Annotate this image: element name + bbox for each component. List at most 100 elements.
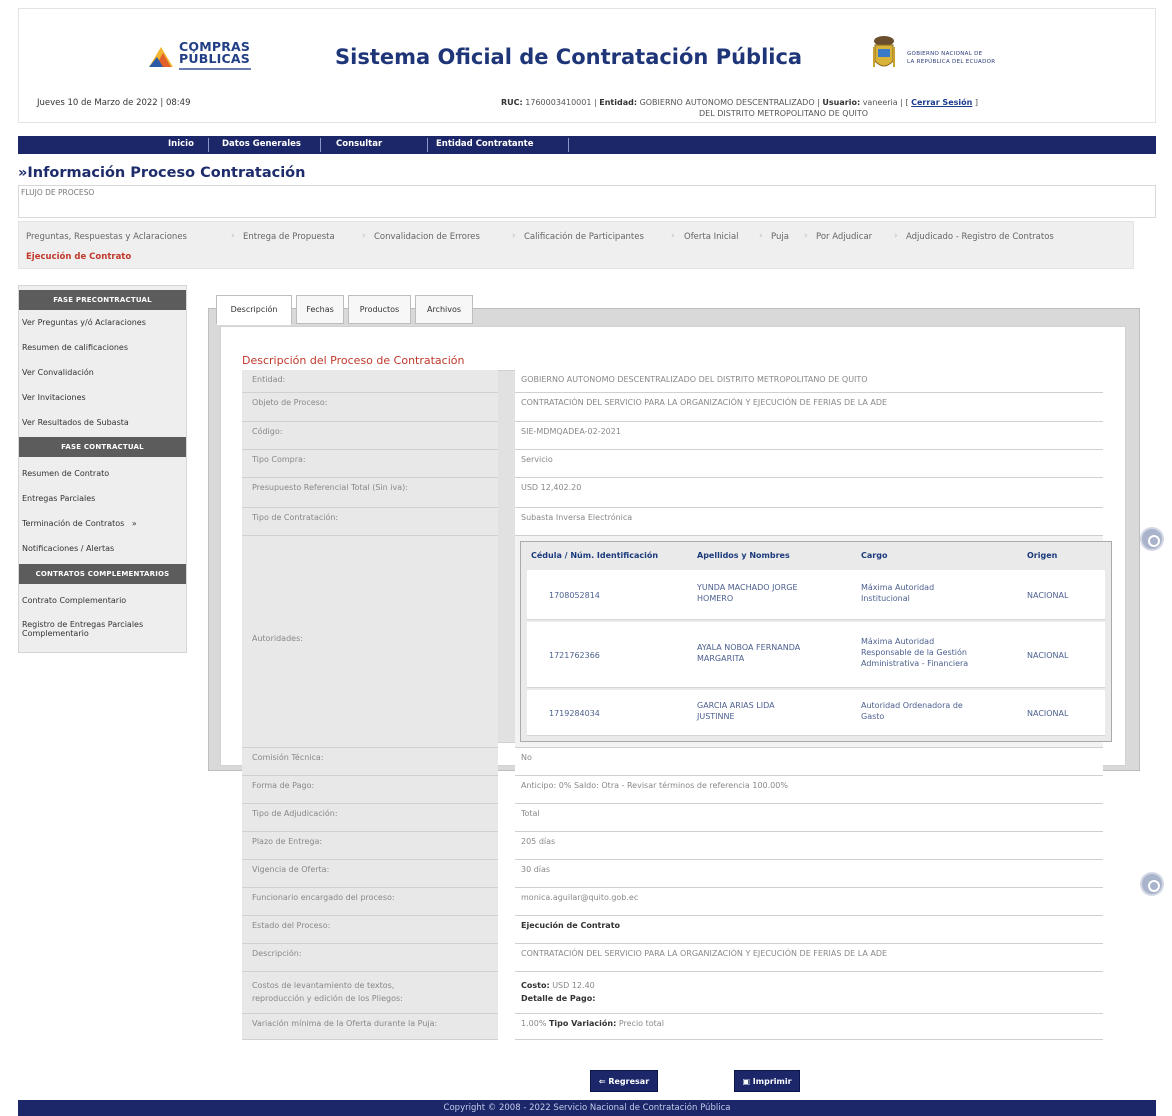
tab-productos[interactable]: Productos — [348, 295, 411, 324]
sidebar-item-registro-line2: Complementario — [22, 629, 89, 638]
field-label-cell: Código: — [242, 422, 498, 450]
step-arrow-icon: › — [671, 231, 675, 241]
sidebar-item-notificaciones[interactable]: Notificaciones / Alertas — [22, 544, 114, 553]
government-logo: GOBIERNO NACIONAL DE LA REPÚBLICA DEL EC… — [869, 35, 1059, 75]
entity-line1: GOBIERNO AUTONOMO DESCENTRALIZADO — [639, 98, 815, 107]
field-value-cell: No — [515, 748, 1103, 776]
sidebar: FASE PRECONTRACTUAL Ver Preguntas y/ó Ac… — [18, 285, 187, 653]
field-label: Presupuesto Referencial Total (Sin iva): — [252, 483, 408, 492]
field-label: Entidad: — [252, 375, 286, 384]
field-label: Tipo de Adjudicación: — [252, 809, 338, 818]
nav-inicio[interactable]: Inicio — [168, 139, 194, 149]
field-label: Tipo de Contratación: — [252, 513, 339, 522]
sidebar-item-resumen-contrato[interactable]: Resumen de Contrato — [22, 469, 109, 478]
process-steps: Preguntas, Respuestas y Aclaraciones › E… — [18, 221, 1134, 269]
field-value-cell: Servicio — [515, 450, 1103, 478]
field-value-cell: 30 días — [515, 860, 1103, 888]
step-arrow-icon: › — [231, 231, 235, 241]
step-oferta-inicial[interactable]: Oferta Inicial — [684, 232, 739, 242]
tab-descripcion[interactable]: Descripción — [216, 295, 292, 325]
floating-widget-icon[interactable] — [1140, 872, 1164, 896]
field-label: Descripción: — [252, 949, 302, 958]
cell-name: YUNDA MACHADO JORGE HOMERO — [697, 582, 798, 604]
field-value: Anticipo: 0% Saldo: Otra - Revisar térmi… — [521, 781, 788, 790]
ruc-label: RUC: — [501, 98, 523, 107]
nav-datos-generales[interactable]: Datos Generales — [222, 139, 301, 149]
field-label-cell: Autoridades: — [242, 536, 498, 748]
logout-link[interactable]: Cerrar Sesión — [911, 98, 972, 107]
step-arrow-icon: › — [362, 231, 366, 241]
user-value: vaneeria — [862, 98, 898, 107]
sidebar-item-contrato-complementario[interactable]: Contrato Complementario — [22, 596, 126, 605]
step-calificacion[interactable]: Calificación de Participantes — [524, 232, 644, 242]
main-nav: Inicio Datos Generales Consultar Entidad… — [18, 136, 1156, 154]
sidebar-item-preguntas[interactable]: Ver Preguntas y/ó Aclaraciones — [22, 318, 146, 327]
sidebar-item-resultados-subasta[interactable]: Ver Resultados de Subasta — [22, 418, 129, 427]
page: COMPRAS PÚBLICAS Sistema Oficial de Cont… — [18, 8, 1156, 1116]
cell-name-line2: JUSTINNE — [697, 712, 735, 721]
field-label: Vigencia de Oferta: — [252, 865, 330, 874]
autoridades-table: Cédula / Núm. Identificación Apellidos y… — [520, 541, 1112, 742]
cell-origen: NACIONAL — [1027, 591, 1069, 600]
field-value-cell: 205 días — [515, 832, 1103, 860]
step-entrega-propuesta[interactable]: Entrega de Propuesta — [243, 232, 335, 242]
costos-label-line1: Costos de levantamiento de textos, — [252, 981, 395, 990]
step-convalidacion[interactable]: Convalidacion de Errores — [374, 232, 480, 242]
field-label-cell: Variación mínima de la Oferta durante la… — [242, 1014, 498, 1040]
header: COMPRAS PÚBLICAS Sistema Oficial de Cont… — [18, 8, 1156, 123]
nav-consultar[interactable]: Consultar — [336, 139, 382, 149]
field-value: No — [521, 753, 532, 762]
field-label-cell: Entidad: — [242, 370, 498, 393]
sidebar-head-contractual: FASE CONTRACTUAL — [19, 437, 186, 457]
costo-line: Costo: USD 12.40 — [521, 981, 595, 990]
table-row: 1719284034 GARCIA ARIAS LIDA JUSTINNE Aut… — [527, 690, 1105, 736]
print-button[interactable]: ▣ Imprimir — [734, 1070, 800, 1092]
field-value: USD 12,402.20 — [521, 483, 582, 492]
field-row: Descripción: CONTRATACIÓN DEL SERVICIO P… — [242, 944, 1103, 972]
print-button-label: Imprimir — [752, 1077, 792, 1086]
field-label: Tipo Compra: — [252, 455, 306, 464]
logo-line2: PÚBLICAS — [179, 51, 250, 66]
tab-archivos[interactable]: Archivos — [415, 295, 473, 324]
sidebar-item-terminacion[interactable]: Terminación de Contratos » — [22, 519, 137, 528]
nav-entidad-contratante[interactable]: Entidad Contratante — [436, 139, 534, 149]
step-por-adjudicar[interactable]: Por Adjudicar — [816, 232, 872, 242]
cell-cargo-line1: Máxima Autoridad — [861, 637, 935, 646]
sidebar-item-convalidacion[interactable]: Ver Convalidación — [22, 368, 94, 377]
current-date: Jueves 10 de Marzo de 2022 | 08:49 — [37, 98, 191, 108]
user-label: Usuario: — [822, 98, 861, 107]
field-value: CONTRATACIÓN DEL SERVICIO PARA LA ORGANI… — [521, 949, 888, 958]
step-puja[interactable]: Puja — [771, 232, 789, 242]
back-button[interactable]: ⇐ Regresar — [590, 1070, 658, 1092]
field-value-cell: SIE-MDMQADEA-02-2021 — [515, 422, 1103, 450]
col-header-origen: Origen — [1027, 551, 1058, 560]
section-title: »Información Proceso Contratación — [18, 165, 306, 181]
cell-cargo: Máxima Autoridad Responsable de la Gestió… — [861, 636, 968, 669]
floating-widget-icon[interactable] — [1140, 527, 1164, 551]
sidebar-item-registro-entregas[interactable]: Registro de Entregas Parciales Complemen… — [22, 620, 143, 638]
field-label: Funcionario encargado del proceso: — [252, 893, 395, 902]
field-row: Tipo de Adjudicación: Total — [242, 804, 1103, 832]
back-button-label: Regresar — [608, 1077, 650, 1086]
sidebar-item-terminacion-label: Terminación de Contratos — [22, 519, 125, 528]
field-value: CONTRATACIÓN DEL SERVICIO PARA LA ORGANI… — [521, 398, 888, 407]
detalle-pago-label: Detalle de Pago: — [521, 994, 596, 1003]
entity-label: Entidad: — [599, 98, 638, 107]
tipo-variacion-value: Precio total — [618, 1019, 664, 1028]
step-ejecucion-contrato[interactable]: Ejecución de Contrato — [26, 252, 131, 262]
field-value-cell: monica.aguilar@quito.gob.ec — [515, 888, 1103, 916]
field-label-cell: Forma de Pago: — [242, 776, 498, 804]
tab-fechas[interactable]: Fechas — [296, 295, 344, 324]
field-value-cell: Subasta Inversa Electrónica — [515, 508, 1103, 536]
field-row: Objeto de Proceso: CONTRATACIÓN DEL SERV… — [242, 393, 1103, 422]
field-row: Vigencia de Oferta: 30 días — [242, 860, 1103, 888]
sidebar-item-invitaciones[interactable]: Ver Invitaciones — [22, 393, 86, 402]
step-adjudicado[interactable]: Adjudicado - Registro de Contratos — [906, 232, 1054, 242]
cell-cargo-line1: Máxima Autoridad — [861, 583, 935, 592]
sidebar-item-resumen-calificaciones[interactable]: Resumen de calificaciones — [22, 343, 128, 352]
cell-id: 1719284034 — [549, 709, 600, 718]
field-label-cell: Estado del Proceso: — [242, 916, 498, 944]
field-value-cell: Anticipo: 0% Saldo: Otra - Revisar térmi… — [515, 776, 1103, 804]
step-preguntas[interactable]: Preguntas, Respuestas y Aclaraciones — [26, 232, 187, 242]
sidebar-item-entregas-parciales[interactable]: Entregas Parciales — [22, 494, 95, 503]
